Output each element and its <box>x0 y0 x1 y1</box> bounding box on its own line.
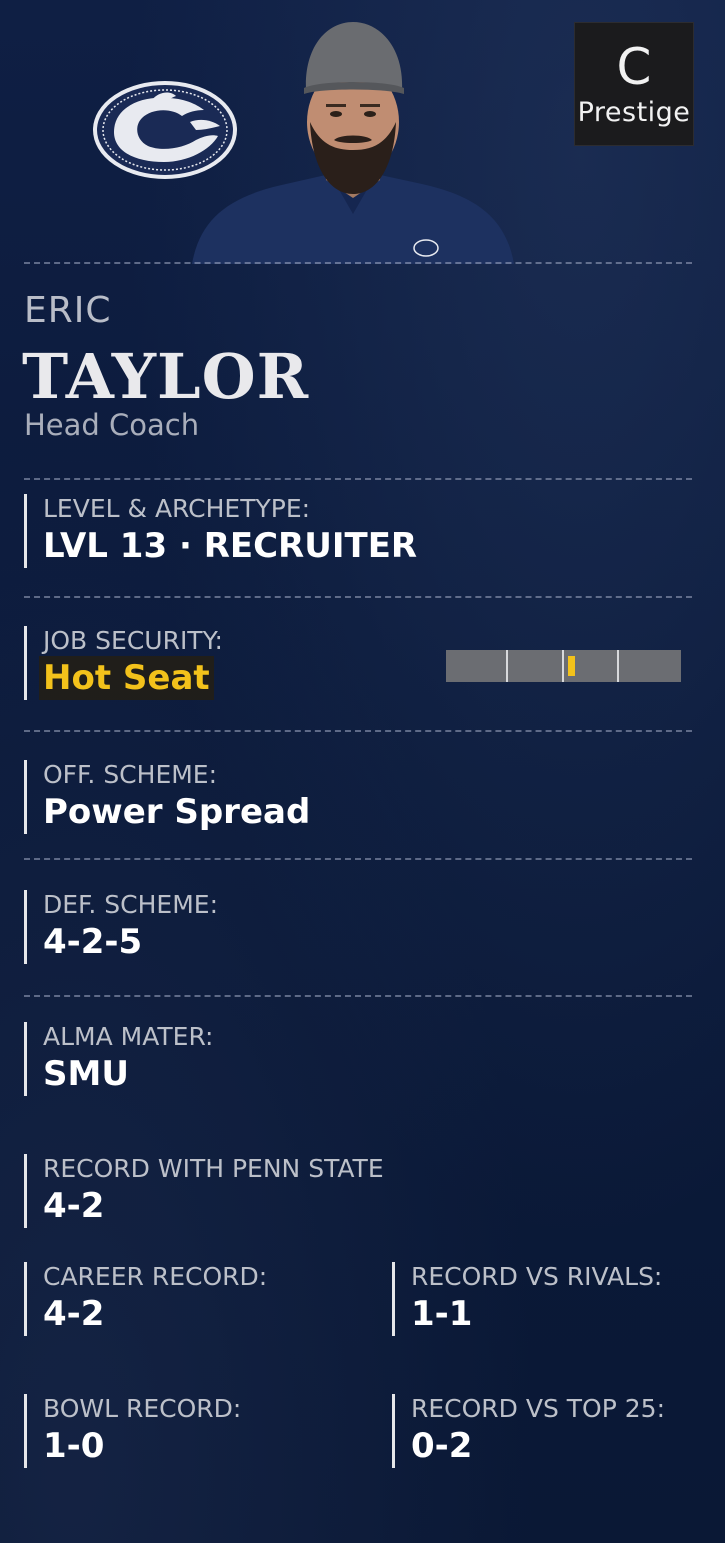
job-security-field: JOB SECURITY: Hot Seat <box>24 626 223 700</box>
off-scheme-label: OFF. SCHEME: <box>43 760 218 789</box>
prestige-label: Prestige <box>577 97 691 128</box>
meter-tick <box>617 650 619 682</box>
bowl-record-value: 1-0 <box>43 1426 105 1466</box>
alma-mater-value: SMU <box>43 1054 129 1094</box>
coach-portrait <box>190 18 516 264</box>
meter-tick <box>562 650 564 682</box>
prestige-badge: C Prestige <box>574 22 694 146</box>
job-security-value: Hot Seat <box>39 656 214 700</box>
career-record-field: CAREER RECORD: 4-2 <box>24 1262 267 1336</box>
level-archetype-field: LEVEL & ARCHETYPE: LVL 13 · RECRUITER <box>24 494 417 568</box>
def-scheme-value: 4-2-5 <box>43 922 143 962</box>
meter-tick <box>506 650 508 682</box>
divider <box>24 262 692 264</box>
prestige-grade: C <box>616 38 652 96</box>
record-top25-value: 0-2 <box>411 1426 473 1466</box>
alma-mater-field: ALMA MATER: SMU <box>24 1022 213 1096</box>
divider <box>24 858 692 860</box>
level-archetype-value: LVL 13 · RECRUITER <box>43 526 418 566</box>
bowl-record-label: BOWL RECORD: <box>43 1394 242 1423</box>
record-top25-field: RECORD VS TOP 25: 0-2 <box>392 1394 665 1468</box>
career-record-value: 4-2 <box>43 1294 105 1334</box>
divider <box>24 478 692 480</box>
record-team-value: 4-2 <box>43 1186 105 1226</box>
off-scheme-field: OFF. SCHEME: Power Spread <box>24 760 310 834</box>
divider <box>24 995 692 997</box>
level-archetype-label: LEVEL & ARCHETYPE: <box>43 494 311 523</box>
def-scheme-label: DEF. SCHEME: <box>43 890 219 919</box>
meter-marker <box>568 656 575 676</box>
record-rivals-field: RECORD VS RIVALS: 1-1 <box>392 1262 662 1336</box>
job-security-label: JOB SECURITY: <box>43 626 223 655</box>
coach-card: C Prestige ERIC TAYLOR Head Coach LEVEL … <box>0 0 725 1543</box>
bowl-record-field: BOWL RECORD: 1-0 <box>24 1394 241 1468</box>
coach-last-name: TAYLOR <box>22 340 310 413</box>
off-scheme-value: Power Spread <box>43 792 311 832</box>
def-scheme-field: DEF. SCHEME: 4-2-5 <box>24 890 218 964</box>
record-top25-label: RECORD VS TOP 25: <box>411 1394 665 1423</box>
coach-first-name: ERIC <box>24 290 112 331</box>
record-team-label: RECORD WITH PENN STATE <box>43 1154 384 1183</box>
record-rivals-label: RECORD VS RIVALS: <box>411 1262 663 1291</box>
divider <box>24 596 692 598</box>
coach-role: Head Coach <box>24 408 200 442</box>
alma-mater-label: ALMA MATER: <box>43 1022 214 1051</box>
record-team-field: RECORD WITH PENN STATE 4-2 <box>24 1154 384 1228</box>
job-security-meter <box>446 650 681 682</box>
record-rivals-value: 1-1 <box>411 1294 473 1334</box>
divider <box>24 730 692 732</box>
career-record-label: CAREER RECORD: <box>43 1262 268 1291</box>
